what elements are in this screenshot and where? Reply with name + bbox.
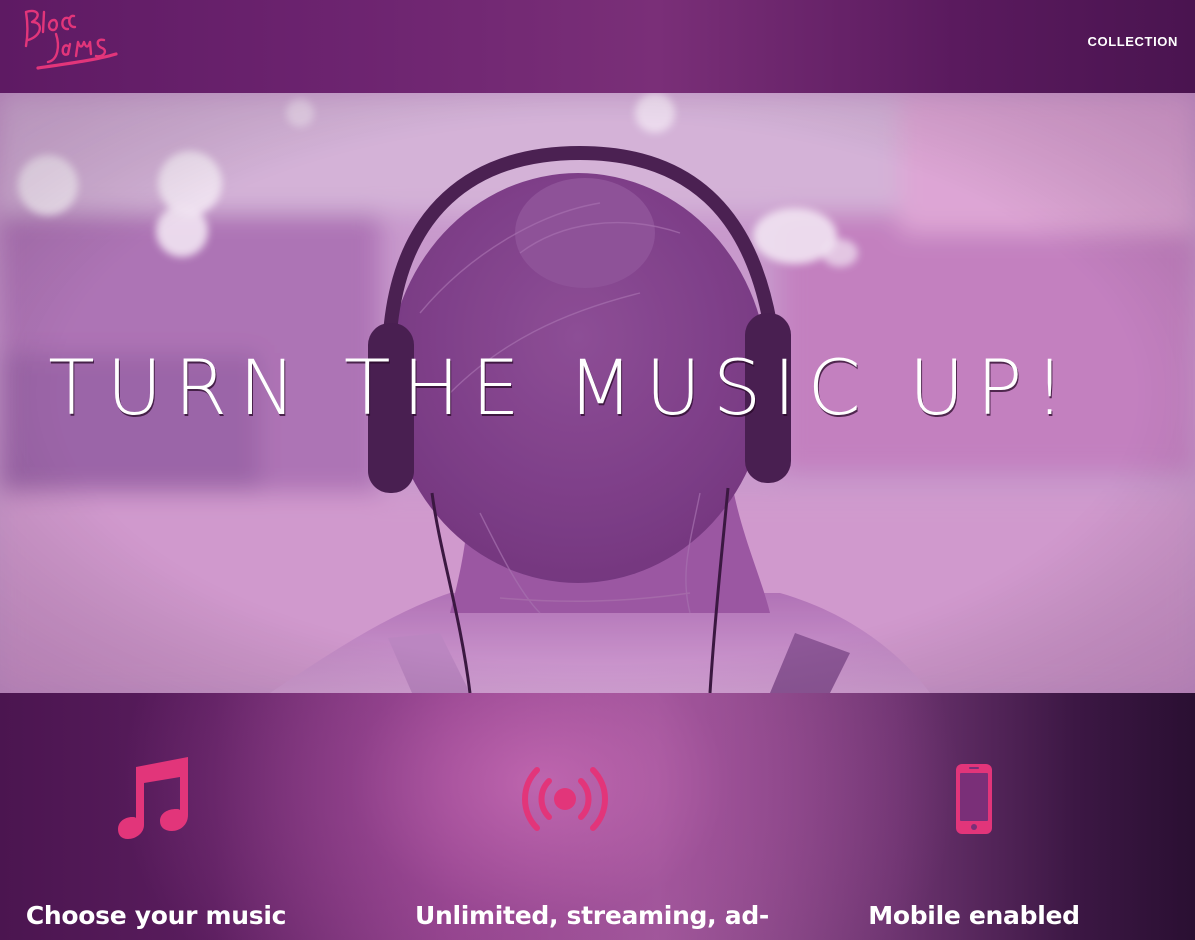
selling-point-mobile: Mobile enabled: [824, 693, 1124, 940]
hero-title: TURN THE MUSIC UP!: [48, 343, 1077, 432]
collection-link[interactable]: COLLECTION: [1088, 34, 1179, 49]
logo[interactable]: [16, 2, 126, 82]
selling-point-title: Unlimited, streaming, ad-: [415, 901, 769, 930]
selling-point-streaming: Unlimited, streaming, ad-: [415, 693, 769, 940]
selling-point-title: Choose your music: [25, 901, 287, 930]
selling-point-title: Mobile enabled: [868, 901, 1080, 930]
music-note-icon: [118, 757, 188, 839]
selling-points: Choose your music Unlimited, streaming, …: [0, 693, 1195, 940]
hero-banner: TURN THE MUSIC UP!: [0, 93, 1195, 693]
mobile-phone-icon: [956, 764, 992, 834]
broadcast-icon: [522, 767, 608, 831]
navbar: COLLECTION: [0, 0, 1195, 93]
bloc-jams-logo-icon: [24, 9, 118, 70]
selling-point-choose-music: Choose your music: [6, 693, 306, 940]
